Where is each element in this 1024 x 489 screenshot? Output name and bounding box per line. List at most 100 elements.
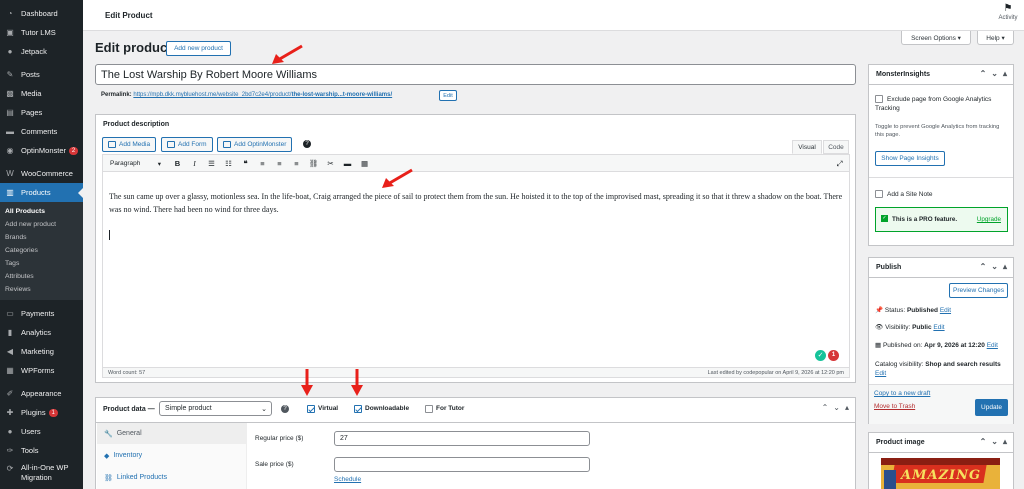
pin-icon: 📌 [875,307,884,314]
sidebar-item-marketing[interactable]: ◀ Marketing [0,342,83,361]
catalog-edit-link[interactable]: Edit [875,370,886,377]
visibility-edit-link[interactable]: Edit [933,324,944,331]
sidebar-item-media[interactable]: ▩ Media [0,84,83,103]
tab-inventory[interactable]: ◆ Inventory [97,445,247,466]
bullet-list-icon[interactable]: ☰ [206,158,217,169]
product-type-select[interactable]: Simple product ⌄ [159,401,272,416]
pro-feature-text: This is a PRO feature. [892,216,958,223]
submenu-item-brands[interactable]: Brands [0,231,83,244]
show-page-insights-button[interactable]: Show Page Insights [875,151,945,166]
submenu-item-all-products[interactable]: All Products [0,205,83,218]
tab-code[interactable]: Code [823,140,849,154]
help-icon[interactable]: ? [281,405,289,413]
blockquote-icon[interactable]: ❝ [240,158,251,169]
product-title-input[interactable] [95,64,856,85]
activity-button[interactable]: ⚑ Activity [995,3,1021,21]
move-up-icon[interactable]: ⌃ [980,437,987,446]
move-down-icon[interactable]: ⌄ [991,69,998,78]
submenu-item-attributes[interactable]: Attributes [0,270,83,283]
woo-icon: W [6,169,14,178]
analytics-icon: ▮ [7,328,13,337]
align-center-icon[interactable]: ≡ [274,158,285,169]
help-icon[interactable]: ? [303,140,311,148]
screen-options-button[interactable]: Screen Options ▾ [901,31,971,45]
toolbar-toggle-icon[interactable]: ▦ [359,158,370,169]
collapse-icon[interactable]: ▴ [1003,437,1007,446]
sidebar-item-users[interactable]: ● Users [0,422,83,441]
update-button[interactable]: Update [975,399,1008,416]
submenu-item-categories[interactable]: Categories [0,244,83,257]
unlink-icon[interactable]: ✂ [325,158,336,169]
move-up-icon[interactable]: ⌃ [980,262,987,271]
help-button[interactable]: Help ▾ [977,31,1014,45]
published-edit-link[interactable]: Edit [987,342,998,349]
grammarly-count: 1 [828,350,839,361]
virtual-checkbox[interactable] [307,405,315,413]
site-note-checkbox[interactable] [875,190,883,198]
submenu-item-reviews[interactable]: Reviews [0,283,83,296]
grammarly-widget[interactable]: ✓ 1 [815,350,839,361]
permalink-edit-button[interactable]: Edit [439,90,457,101]
sidebar-item-plugins[interactable]: ✚ Plugins 1 [0,403,83,422]
sidebar-item-pages[interactable]: ▤ Pages [0,103,83,122]
collapse-icon[interactable]: ▴ [1003,262,1007,271]
schedule-link[interactable]: Schedule [334,476,361,483]
sidebar-item-products[interactable]: ▥ Products [0,183,83,202]
add-optinmonster-button[interactable]: Add OptinMonster [217,137,293,152]
sidebar-item-analytics[interactable]: ▮ Analytics [0,323,83,342]
annotation-arrow-virtual [301,369,313,396]
move-up-icon[interactable]: ⌃ [822,403,829,412]
align-right-icon[interactable]: ≡ [291,158,302,169]
bold-icon[interactable]: B [172,158,183,169]
fullscreen-icon[interactable]: ⤢ [834,158,845,169]
product-image-thumbnail[interactable]: AMAZING [881,458,1000,489]
submenu-item-add-new-product[interactable]: Add new product [0,218,83,231]
sidebar-item-appearance[interactable]: ✐ Appearance [0,384,83,403]
sidebar-item-wpforms[interactable]: ▦ WPForms [0,361,83,380]
preview-changes-button[interactable]: Preview Changes [949,283,1008,298]
tab-visual[interactable]: Visual [792,140,822,154]
upgrade-link[interactable]: Upgrade [977,216,1001,223]
move-down-icon[interactable]: ⌄ [991,437,998,446]
flag-icon: ⚑ [1003,3,1013,14]
collapse-icon[interactable]: ▴ [1003,69,1007,78]
add-new-product-button[interactable]: Add new product [166,41,231,56]
sidebar-item-tools[interactable]: ✑ Tools [0,441,83,460]
move-to-trash-link[interactable]: Move to Trash [874,403,915,410]
downloadable-checkbox[interactable] [354,405,362,413]
regular-price-input[interactable] [334,431,590,446]
for-tutor-checkbox[interactable] [425,405,433,413]
editor-content-area[interactable]: The sun came up over a glassy, motionles… [102,172,850,367]
chevron-down-icon: ▾ [157,160,161,168]
sale-price-input[interactable] [334,457,590,472]
sidebar-item-comments[interactable]: ▬ Comments [0,122,83,141]
sidebar-item-optinmonster[interactable]: ◉ OptinMonster 2 [0,141,83,160]
sidebar-item-dashboard[interactable]: ◔ Dashboard [0,4,83,23]
status-edit-link[interactable]: Edit [940,307,951,314]
sidebar-item-posts[interactable]: ✎ Posts [0,65,83,84]
copy-draft-link[interactable]: Copy to a new draft [874,390,930,397]
sidebar-item-tutor-lms[interactable]: ▣ Tutor LMS [0,23,83,42]
tab-general[interactable]: 🔧 General [97,423,247,444]
sidebar-item-woocommerce[interactable]: W WooCommerce [0,164,83,183]
align-left-icon[interactable]: ≡ [257,158,268,169]
sidebar-item-payments[interactable]: ▭ Payments [0,304,83,323]
move-up-icon[interactable]: ⌃ [980,69,987,78]
link-icon[interactable]: ⛓ [308,158,319,169]
paragraph-select[interactable]: Paragraph ▾ [108,158,163,169]
add-media-button[interactable]: Add Media [102,137,157,152]
sidebar-item-jetpack[interactable]: ● Jetpack [0,42,83,61]
move-down-icon[interactable]: ⌄ [833,403,840,412]
read-more-icon[interactable]: ▬ [342,158,353,169]
product-image-controls: ⌃ ⌄ ▴ [980,437,1007,446]
add-form-button[interactable]: Add Form [161,137,213,152]
permalink-link[interactable]: https://mpb.dkk.mybluehost.me/website_2b… [133,92,392,98]
paragraph-select-label: Paragraph [110,160,141,167]
sidebar-item-all-in-one-wp[interactable]: ⟳ All-in-One WP Migration [0,460,83,486]
collapse-icon[interactable]: ▴ [845,403,849,412]
numbered-list-icon[interactable]: ☷ [223,158,234,169]
move-down-icon[interactable]: ⌄ [991,262,998,271]
tab-linked-products[interactable]: ⛓ Linked Products [97,467,247,488]
submenu-item-tags[interactable]: Tags [0,257,83,270]
italic-icon[interactable]: I [189,158,200,169]
